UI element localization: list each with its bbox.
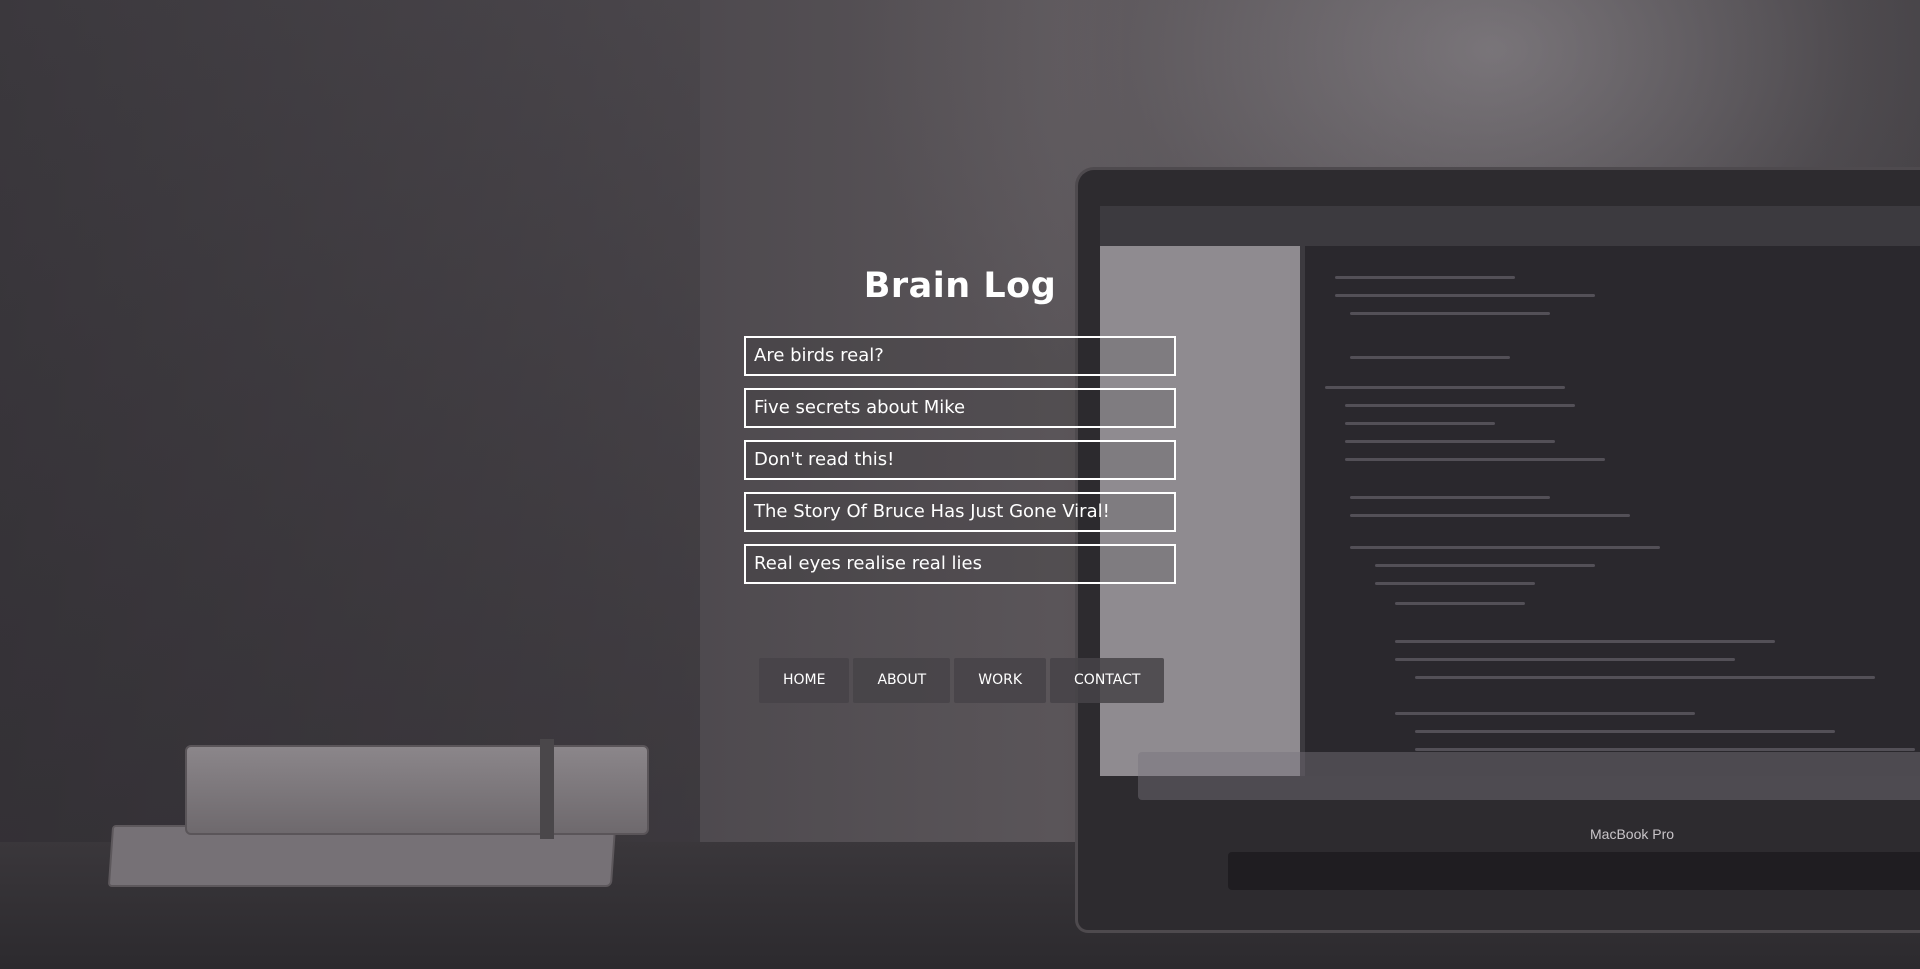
post-list: Are birds real? Five secrets about Mike …	[744, 336, 1176, 596]
nav-about-button[interactable]: ABOUT	[853, 658, 951, 703]
post-link[interactable]: Real eyes realise real lies	[744, 544, 1176, 584]
post-link[interactable]: Five secrets about Mike	[744, 388, 1176, 428]
background-book-top	[185, 745, 649, 835]
background-laptop-brand: MacBook Pro	[1590, 826, 1675, 842]
background-code-editor	[1305, 246, 1920, 776]
page: MacBook Pro Brain Log Are birds real? Fi…	[0, 0, 1920, 969]
site-title: Brain Log	[863, 266, 1057, 306]
post-link[interactable]: The Story Of Bruce Has Just Gone Viral!	[744, 492, 1176, 532]
main-nav: HOME ABOUT WORK CONTACT	[759, 658, 1165, 703]
background-books	[107, 739, 790, 895]
background-book-band	[540, 739, 554, 839]
post-link[interactable]: Are birds real?	[744, 336, 1176, 376]
background-wall	[0, 0, 700, 860]
background-dock	[1138, 752, 1920, 800]
nav-contact-button[interactable]: CONTACT	[1050, 658, 1165, 703]
background-keyboard	[1228, 852, 1920, 890]
nav-work-button[interactable]: WORK	[954, 658, 1047, 703]
post-link[interactable]: Don't read this!	[744, 440, 1176, 480]
nav-home-button[interactable]: HOME	[759, 658, 850, 703]
